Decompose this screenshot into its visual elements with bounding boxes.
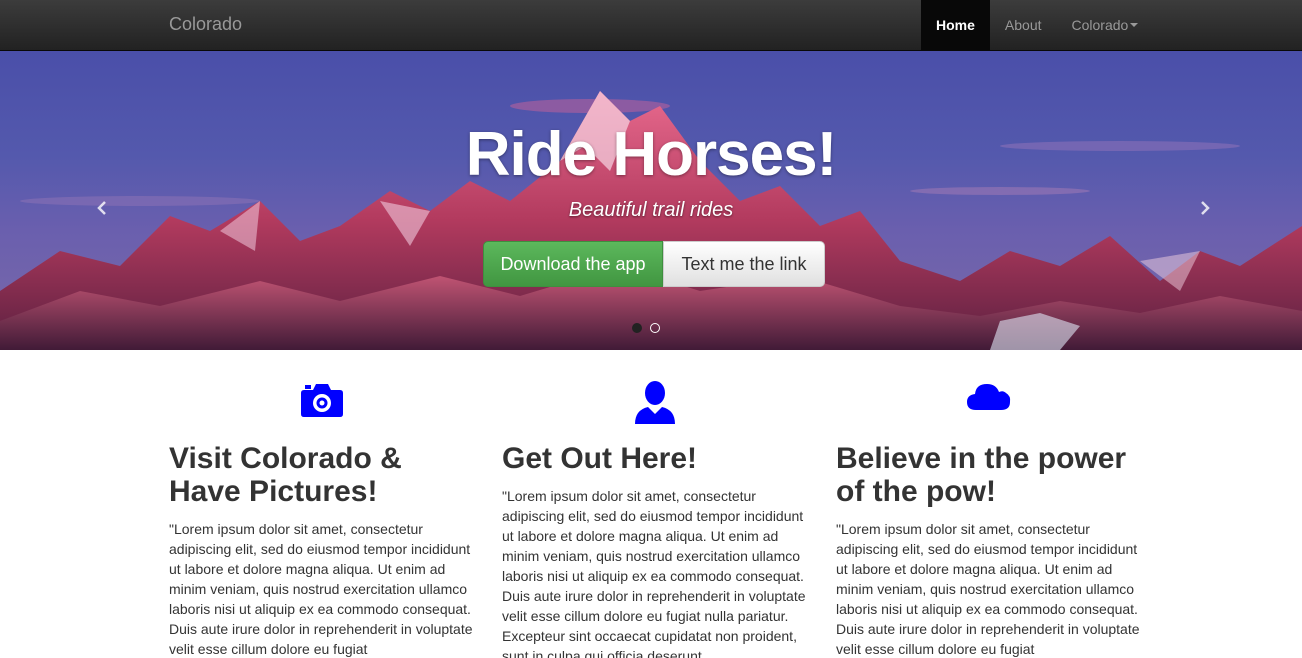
navbar-menu: Home About Colorado [921, 0, 1153, 50]
carousel-indicators [632, 323, 660, 333]
feature-column-pictures: Visit Colorado & Have Pictures! "Lorem i… [169, 350, 474, 658]
navbar-brand[interactable]: Colorado [169, 14, 242, 35]
feature-heading: Get Out Here! [502, 442, 698, 475]
feature-text: "Lorem ipsum dolor sit amet, consectetur… [502, 488, 806, 658]
nav-item-home[interactable]: Home [921, 0, 990, 50]
chevron-right-icon [1201, 201, 1210, 215]
feature-heading: Believe in the power of the pow! [836, 442, 1127, 508]
chevron-left-icon [97, 201, 106, 215]
carousel-indicator-1[interactable] [632, 323, 642, 333]
user-icon [634, 381, 675, 424]
camera-icon [300, 384, 343, 417]
hero-carousel: Ride Horses! Beautiful trail rides Downl… [0, 51, 1302, 350]
carousel-prev-button[interactable] [92, 191, 112, 225]
carousel-next-button[interactable] [1195, 191, 1215, 225]
caret-down-icon [1130, 23, 1139, 27]
feature-column-pow: Believe in the power of the pow! "Lorem … [836, 350, 1141, 658]
nav-item-colorado-label: Colorado [1071, 17, 1129, 33]
nav-item-colorado-dropdown[interactable]: Colorado [1057, 0, 1154, 50]
cloud-icon [966, 384, 1010, 410]
text-link-button[interactable]: Text me the link [663, 241, 825, 287]
nav-item-about[interactable]: About [990, 0, 1057, 50]
feature-text: "Lorem ipsum dolor sit amet, consectetur… [836, 521, 1140, 657]
navbar: Colorado Home About Colorado [0, 0, 1302, 51]
download-app-button[interactable]: Download the app [483, 241, 663, 287]
feature-column-get-out: Get Out Here! "Lorem ipsum dolor sit ame… [502, 350, 807, 658]
hero-title: Ride Horses! [465, 120, 837, 189]
carousel-indicator-2[interactable] [650, 323, 660, 333]
feature-heading: Visit Colorado & Have Pictures! [169, 442, 402, 508]
hero-subtitle: Beautiful trail rides [568, 199, 734, 221]
feature-text: "Lorem ipsum dolor sit amet, consectetur… [169, 521, 473, 657]
